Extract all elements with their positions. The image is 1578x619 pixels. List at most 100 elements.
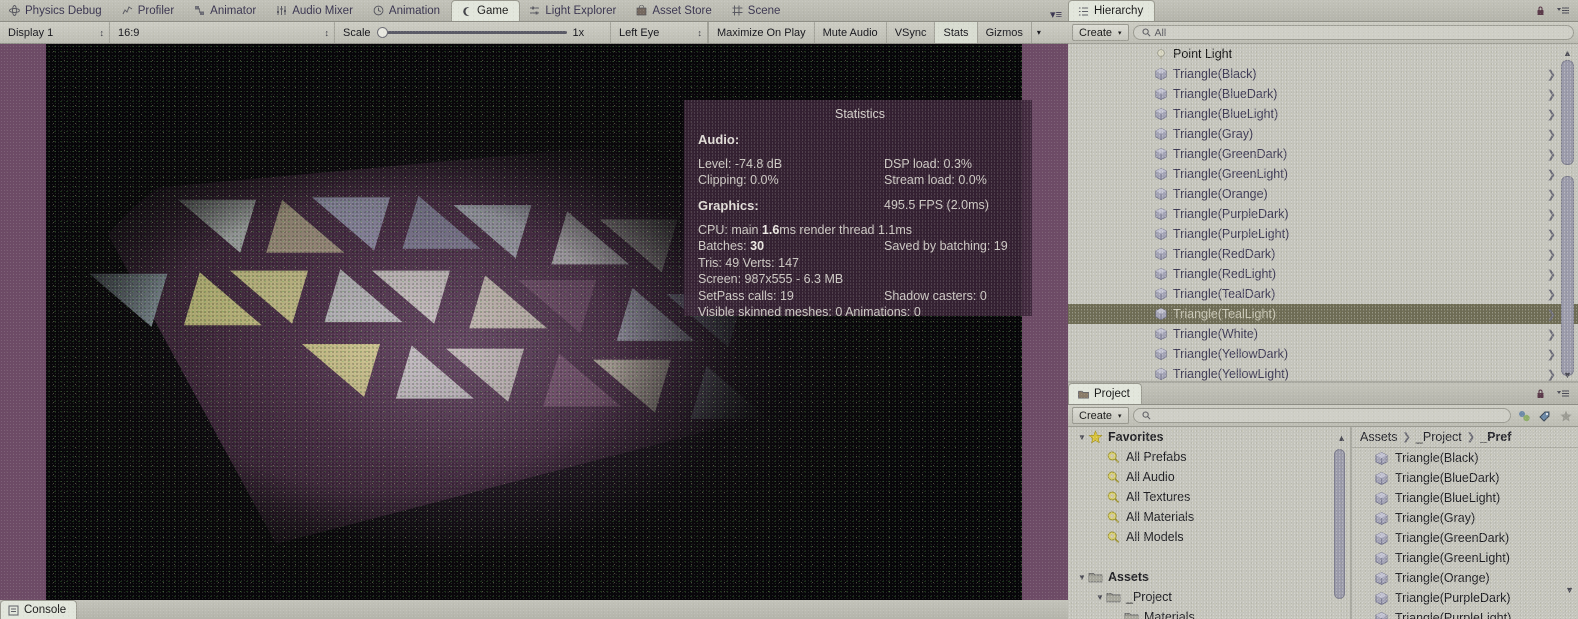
filter-by-label-icon[interactable] — [1536, 407, 1553, 424]
hierarchy-search-input[interactable]: All — [1132, 25, 1574, 40]
tab-physics-debug[interactable]: Physics Debug — [0, 0, 113, 21]
hierarchy-item[interactable]: Triangle(PurpleDark) ❯ — [1068, 204, 1578, 224]
hierarchy-list[interactable]: Point Light Triangle(Black) ❯ Triangle(Blue… — [1068, 44, 1578, 384]
scale-slider[interactable] — [376, 27, 567, 39]
gizmos-button[interactable]: Gizmos — [976, 22, 1031, 43]
tab-audio-mixer[interactable]: Audio Mixer — [267, 0, 364, 21]
chevron-right-icon[interactable]: ❯ — [1547, 268, 1556, 281]
project-create-button[interactable]: Create ▾ — [1072, 407, 1129, 424]
chevron-right-icon[interactable]: ❯ — [1547, 248, 1556, 261]
asset-list-item[interactable]: Triangle(Gray) — [1352, 508, 1578, 528]
hierarchy-scroll-thumb[interactable] — [1561, 176, 1574, 376]
lock-icon[interactable] — [1532, 385, 1549, 402]
breadcrumb-item[interactable]: _Project — [1416, 430, 1462, 444]
filter-by-type-icon[interactable] — [1515, 407, 1532, 424]
chevron-right-icon[interactable]: ❯ — [1547, 348, 1556, 361]
gizmos-dropdown-caret[interactable]: ▾ — [1030, 22, 1046, 43]
asset-list-scroll-down[interactable]: ▼ — [1565, 585, 1574, 595]
chevron-right-icon[interactable]: ❯ — [1547, 108, 1556, 121]
asset-list-item[interactable]: Triangle(Orange) — [1352, 568, 1578, 588]
hierarchy-item[interactable]: Triangle(GreenDark) ❯ — [1068, 144, 1578, 164]
chevron-right-icon[interactable]: ❯ — [1547, 168, 1556, 181]
mute-audio-toggle[interactable]: Mute Audio — [813, 22, 886, 43]
hierarchy-item[interactable]: Triangle(BlueLight) ❯ — [1068, 104, 1578, 124]
chevron-right-icon[interactable]: ❯ — [1547, 88, 1556, 101]
hierarchy-item[interactable]: Triangle(RedLight) ❯ — [1068, 264, 1578, 284]
tab-console[interactable]: Console — [0, 600, 78, 619]
project-tree-item[interactable]: All Prefabs — [1068, 447, 1350, 467]
hierarchy-item[interactable]: Triangle(Orange) ❯ — [1068, 184, 1578, 204]
chevron-right-icon[interactable]: ❯ — [1547, 308, 1556, 321]
lock-icon[interactable] — [1532, 2, 1549, 19]
maximize-on-play-toggle[interactable]: Maximize On Play — [708, 22, 814, 43]
chevron-right-icon[interactable]: ❯ — [1547, 228, 1556, 241]
tab-asset-store[interactable]: Asset Store — [627, 0, 722, 21]
hierarchy-item[interactable]: Triangle(Gray) ❯ — [1068, 124, 1578, 144]
chevron-right-icon[interactable]: ❯ — [1547, 208, 1556, 221]
hierarchy-item[interactable]: Triangle(PurpleLight) ❯ — [1068, 224, 1578, 244]
aspect-dropdown[interactable]: 16:9 — [110, 22, 335, 43]
project-tree-item[interactable]: ▼ Assets — [1068, 567, 1350, 587]
asset-list-item[interactable]: Triangle(BlueDark) — [1352, 468, 1578, 488]
project-search-input[interactable] — [1132, 408, 1511, 423]
hierarchy-scrollbar[interactable]: ▲ ▼ — [1561, 48, 1574, 380]
hierarchy-scroll-thumb-upper[interactable] — [1561, 60, 1574, 165]
hierarchy-item[interactable]: Triangle(RedDark) ❯ — [1068, 244, 1578, 264]
scale-slider-knob[interactable] — [376, 27, 388, 38]
hierarchy-item[interactable]: Triangle(TealDark) ❯ — [1068, 284, 1578, 304]
breadcrumb-item[interactable]: _Pref — [1480, 430, 1511, 444]
triangle-down-icon[interactable]: ▼ — [1094, 593, 1106, 602]
project-tree-item[interactable]: All Audio — [1068, 467, 1350, 487]
hierarchy-create-button[interactable]: Create ▾ — [1072, 24, 1129, 41]
project-tree-item[interactable]: ▼ _Project — [1068, 587, 1350, 607]
chevron-right-icon[interactable]: ❯ — [1547, 328, 1556, 341]
tab-strip-menu-button[interactable]: ▾≡ — [1044, 8, 1068, 21]
hierarchy-scroll-down-arrow[interactable]: ▼ — [1562, 370, 1573, 380]
project-assets-pane[interactable]: Assets ❯ _Project ❯ _Pref Triangle(Black) Tri… — [1352, 427, 1578, 619]
asset-list-item[interactable]: Triangle(PurpleDark) — [1352, 588, 1578, 608]
chevron-right-icon[interactable]: ❯ — [1547, 68, 1556, 81]
hierarchy-item[interactable]: Point Light — [1068, 44, 1578, 64]
tab-light-explorer[interactable]: Light Explorer — [520, 0, 627, 21]
tab-profiler[interactable]: Profiler — [113, 0, 185, 21]
stats-toggle[interactable]: Stats — [934, 22, 977, 43]
project-tree-scrollbar[interactable] — [1334, 449, 1345, 599]
chevron-right-icon[interactable]: ❯ — [1547, 288, 1556, 301]
display-dropdown[interactable]: Display 1 — [0, 22, 110, 43]
project-tree-item[interactable]: All Models — [1068, 527, 1350, 547]
tab-project[interactable]: Project — [1068, 383, 1142, 404]
project-tree-item[interactable]: All Materials — [1068, 507, 1350, 527]
asset-list-item[interactable]: Triangle(PurpleLight) — [1352, 608, 1578, 619]
chevron-right-icon[interactable]: ❯ — [1547, 188, 1556, 201]
asset-list[interactable]: Triangle(Black) Triangle(BlueDark) Triangl… — [1352, 448, 1578, 619]
project-tree-item[interactable]: Materials — [1068, 607, 1350, 619]
asset-list-item[interactable]: Triangle(Black) — [1352, 448, 1578, 468]
hierarchy-item[interactable]: Triangle(Black) ❯ — [1068, 64, 1578, 84]
tab-scene[interactable]: Scene — [723, 0, 792, 21]
project-tree-item[interactable]: All Textures — [1068, 487, 1350, 507]
tab-hierarchy[interactable]: Hierarchy — [1068, 0, 1156, 21]
panel-menu-icon[interactable] — [1555, 2, 1572, 19]
hierarchy-item[interactable]: Triangle(YellowDark) ❯ — [1068, 344, 1578, 364]
asset-list-item[interactable]: Triangle(GreenDark) — [1352, 528, 1578, 548]
scale-slider-group[interactable]: Scale 1x — [335, 22, 610, 43]
chevron-right-icon[interactable]: ❯ — [1547, 368, 1556, 381]
project-tree-scroll-up[interactable]: ▲ — [1337, 433, 1346, 443]
tab-animator[interactable]: Animator — [185, 0, 267, 21]
hierarchy-item[interactable]: Triangle(BlueDark) ❯ — [1068, 84, 1578, 104]
chevron-right-icon[interactable]: ❯ — [1547, 128, 1556, 141]
tab-animation[interactable]: Animation — [364, 0, 451, 21]
breadcrumb-item[interactable]: Assets — [1360, 430, 1398, 444]
chevron-right-icon[interactable]: ❯ — [1547, 148, 1556, 161]
favorite-star-icon[interactable] — [1557, 407, 1574, 424]
triangle-down-icon[interactable]: ▼ — [1076, 433, 1088, 442]
tab-game[interactable]: Game — [451, 0, 521, 21]
vsync-toggle[interactable]: VSync — [885, 22, 935, 43]
eye-dropdown[interactable]: Left Eye — [610, 22, 708, 43]
project-tree[interactable]: ▼ Favorites All Prefabs All Audio All Textur… — [1068, 427, 1350, 619]
hierarchy-item[interactable]: Triangle(TealLight) ❯ — [1068, 304, 1578, 324]
asset-list-item[interactable]: Triangle(BlueLight) — [1352, 488, 1578, 508]
panel-menu-icon[interactable] — [1555, 385, 1572, 402]
game-view[interactable]: Statistics Audio: Level: -74.8 dB DSP loa… — [0, 44, 1068, 600]
project-tree-item[interactable]: ▼ Favorites — [1068, 427, 1350, 447]
